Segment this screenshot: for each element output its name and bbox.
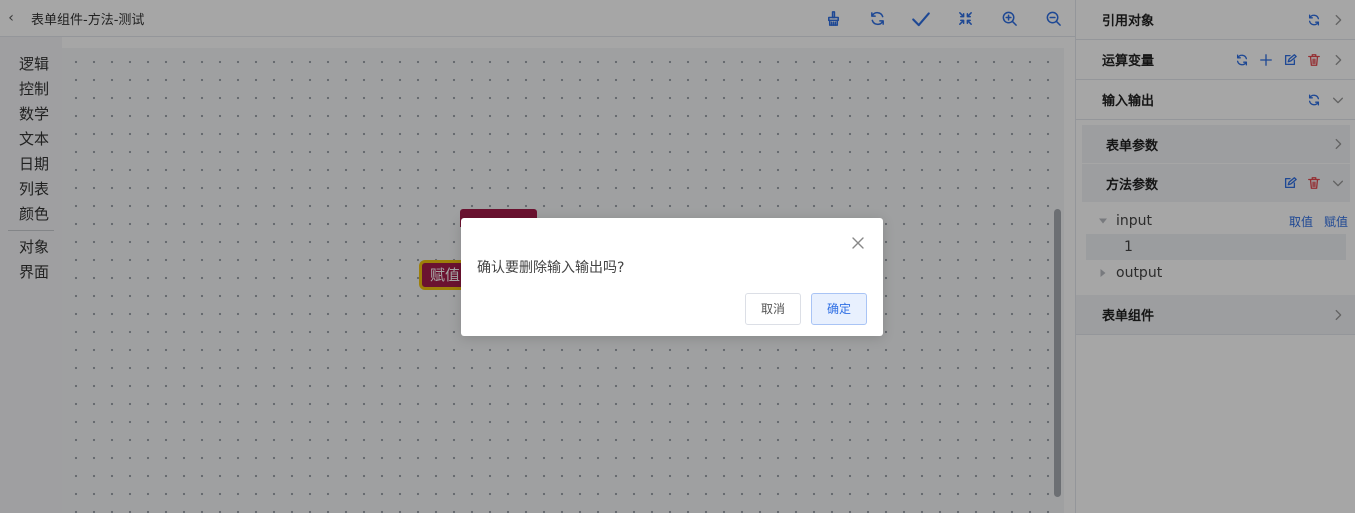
dialog-message: 确认要删除输入输出吗?	[477, 260, 625, 276]
close-button[interactable]	[847, 232, 869, 254]
cancel-button[interactable]: 取消	[745, 293, 801, 325]
confirm-button[interactable]: 确定	[811, 293, 867, 325]
close-icon	[852, 237, 864, 249]
confirm-dialog: 确认要删除输入输出吗? 取消 确定	[461, 218, 883, 336]
